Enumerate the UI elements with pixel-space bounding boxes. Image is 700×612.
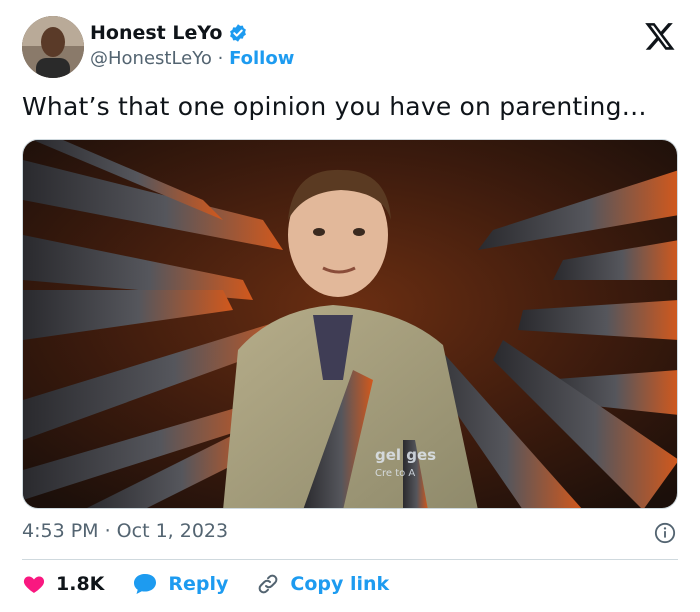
tweet-header: Honest LeYo @HonestLeYo · Follow [22, 16, 678, 78]
handle-separator: · [217, 48, 224, 69]
reply-label: Reply [168, 573, 229, 595]
info-icon[interactable] [654, 522, 676, 544]
meme-image: gel ges Cre to A [23, 140, 677, 508]
x-logo-icon[interactable] [644, 20, 676, 52]
tweet-card: Honest LeYo @HonestLeYo · Follow What’s … [0, 0, 700, 612]
tweet-text: What’s that one opinion you have on pare… [22, 92, 647, 121]
reply-button[interactable]: Reply [132, 572, 228, 596]
tweet-media-image[interactable]: gel ges Cre to A [22, 139, 678, 509]
follow-button[interactable]: Follow [229, 48, 294, 69]
handle[interactable]: @HonestLeYo [90, 48, 212, 69]
like-count: 1.8K [56, 573, 105, 595]
link-icon [259, 574, 278, 594]
copy-link-button[interactable]: Copy link [256, 572, 389, 596]
verified-badge-icon [230, 24, 247, 42]
divider [22, 559, 678, 560]
watermark-line2: Cre to A [375, 468, 415, 479]
tweet-actions: 1.8K Reply Copy link [22, 568, 417, 600]
copy-link-label: Copy link [290, 573, 390, 595]
reply-bubble-icon [134, 574, 157, 594]
heart-icon [23, 576, 45, 593]
tweet-timestamp[interactable]: 4:53 PM · Oct 1, 2023 [22, 520, 228, 542]
display-name[interactable]: Honest LeYo [90, 22, 222, 44]
like-button[interactable]: 1.8K [22, 572, 104, 596]
watermark-line1: gel ges [375, 446, 436, 464]
avatar[interactable] [22, 16, 84, 78]
